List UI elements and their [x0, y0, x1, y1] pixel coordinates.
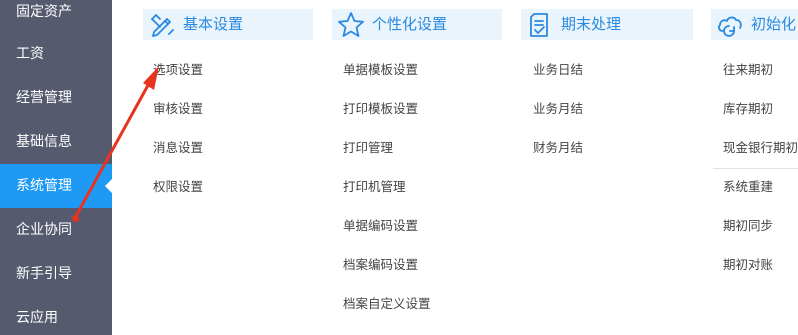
app-root: 固定资产 工资 经营管理 基础信息 系统管理 企业协同 新手引导 云应用 基本设… — [0, 0, 798, 335]
link-archive-custom-settings[interactable]: 档案自定义设置 — [343, 296, 431, 312]
sidebar-item-label: 新手引导 — [16, 266, 72, 282]
sidebar-item-business-management[interactable]: 经营管理 — [0, 76, 112, 120]
section-header-personalization: 个性化设置 — [332, 9, 502, 40]
link-monthly-close[interactable]: 业务月结 — [533, 101, 583, 117]
link-approval-settings[interactable]: 审核设置 — [153, 101, 203, 117]
link-opening-reconcile[interactable]: 期初对账 — [723, 257, 773, 273]
section-title: 基本设置 — [183, 15, 244, 33]
section-header-basic-settings: 基本设置 — [143, 9, 313, 40]
link-permission-settings[interactable]: 权限设置 — [153, 179, 203, 195]
section-title: 初始化 — [751, 15, 797, 33]
link-inventory-opening[interactable]: 库存期初 — [723, 101, 773, 117]
sidebar-item-basic-info[interactable]: 基础信息 — [0, 120, 112, 164]
link-printer-management[interactable]: 打印机管理 — [343, 179, 406, 195]
divider — [713, 168, 798, 169]
sidebar-item-label: 经营管理 — [16, 90, 72, 106]
section-header-period-end: 期末处理 — [521, 9, 693, 40]
sidebar-item-payroll[interactable]: 工资 — [0, 32, 112, 76]
sidebar-item-label: 云应用 — [16, 310, 58, 326]
link-daily-close[interactable]: 业务日结 — [533, 62, 583, 78]
sidebar-item-system-management[interactable]: 系统管理 — [0, 164, 112, 208]
sidebar-item-enterprise-collab[interactable]: 企业协同 — [0, 208, 112, 252]
sidebar-item-label: 系统管理 — [16, 178, 72, 194]
sidebar: 固定资产 工资 经营管理 基础信息 系统管理 企业协同 新手引导 云应用 — [0, 0, 112, 335]
sidebar-item-label: 固定资产 — [16, 4, 72, 20]
sidebar-item-label: 基础信息 — [16, 134, 72, 150]
sidebar-item-label: 企业协同 — [16, 222, 72, 238]
link-print-management[interactable]: 打印管理 — [343, 140, 393, 156]
sidebar-item-fixed-assets[interactable]: 固定资产 — [0, 0, 112, 34]
star-icon — [338, 12, 364, 37]
sidebar-item-cloud-apps[interactable]: 云应用 — [0, 296, 112, 335]
section-header-initialization: 初始化 — [711, 9, 798, 40]
link-opening-sync[interactable]: 期初同步 — [723, 218, 773, 234]
sidebar-item-label: 工资 — [16, 46, 44, 62]
active-indicator — [105, 179, 112, 193]
link-system-rebuild[interactable]: 系统重建 — [723, 179, 773, 195]
pencil-ruler-icon — [151, 14, 174, 37]
link-archive-code-settings[interactable]: 档案编码设置 — [343, 257, 418, 273]
link-cash-bank-opening[interactable]: 现金银行期初 — [723, 140, 798, 156]
notification-dot — [72, 215, 79, 222]
link-financial-month-close[interactable]: 财务月结 — [533, 140, 583, 156]
link-options-settings[interactable]: 选项设置 — [153, 62, 203, 78]
link-message-settings[interactable]: 消息设置 — [153, 140, 203, 156]
sidebar-item-beginner-guide[interactable]: 新手引导 — [0, 252, 112, 296]
link-document-template-settings[interactable]: 单据模板设置 — [343, 62, 418, 78]
section-title: 个性化设置 — [372, 15, 448, 33]
link-print-template-settings[interactable]: 打印模板设置 — [343, 101, 418, 117]
link-ar-ap-opening[interactable]: 往来期初 — [723, 62, 773, 78]
section-title: 期末处理 — [561, 15, 622, 33]
document-check-icon — [530, 13, 548, 37]
annotation-arrow — [74, 66, 159, 218]
cloud-refresh-icon — [718, 16, 742, 37]
link-document-code-settings[interactable]: 单据编码设置 — [343, 218, 418, 234]
